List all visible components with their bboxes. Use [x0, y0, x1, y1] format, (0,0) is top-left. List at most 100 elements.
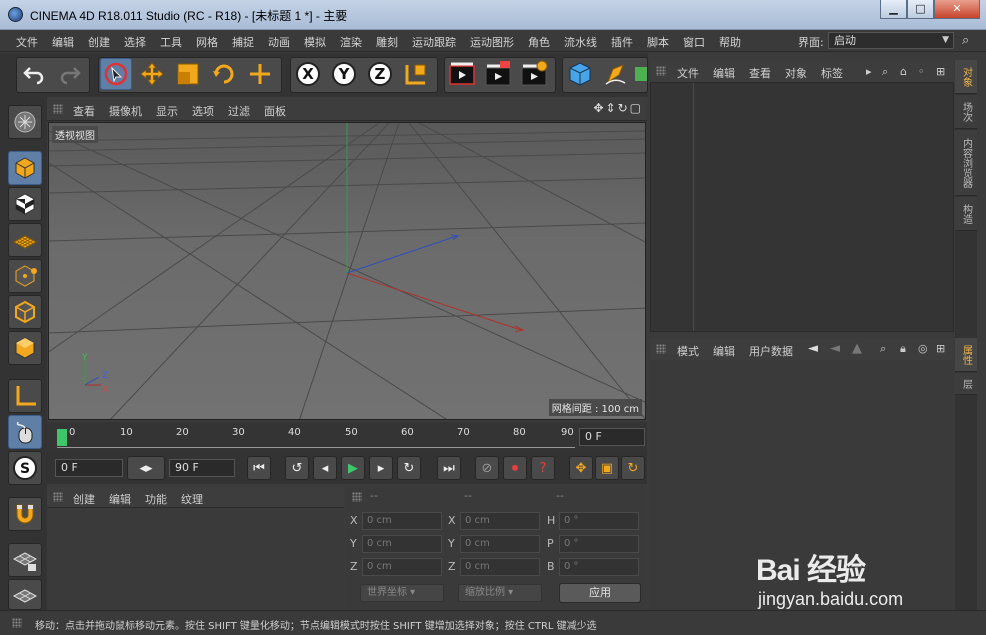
rotation-p-field[interactable]: 0 ° — [559, 535, 639, 553]
play-button[interactable]: ▶ — [341, 456, 365, 480]
tweak-mode-button[interactable] — [8, 415, 42, 449]
edges-mode-button[interactable] — [8, 295, 42, 329]
search-icon[interactable]: ⌕ — [880, 342, 886, 356]
search-icon[interactable]: ⌕ — [882, 65, 888, 79]
snap-button[interactable]: S — [8, 451, 42, 485]
menu-motion-tracking[interactable]: 运动跟踪 — [412, 34, 456, 50]
menu-pipeline[interactable]: 流水线 — [564, 34, 597, 50]
key-rotation-button[interactable]: ↻ — [621, 456, 645, 480]
y-axis-button[interactable]: Y — [328, 58, 360, 90]
more-tools-button[interactable] — [634, 58, 648, 90]
previous-key-button[interactable]: ↺ — [285, 456, 309, 480]
viewport-menu-options[interactable]: 选项 — [192, 103, 214, 119]
timeline-ruler[interactable]: 0 10 20 30 40 50 60 70 80 90 — [57, 426, 575, 448]
menu-sculpt[interactable]: 雕刻 — [376, 34, 398, 50]
menu-select[interactable]: 选择 — [124, 34, 146, 50]
menu-character[interactable]: 角色 — [528, 34, 550, 50]
previous-frame-button[interactable]: ◂ — [313, 456, 337, 480]
playhead-marker[interactable] — [57, 429, 67, 446]
position-y-field[interactable]: 0 cm — [362, 535, 442, 553]
render-view-button[interactable] — [446, 58, 478, 90]
close-button[interactable]: ✕ — [934, 0, 980, 19]
menu-script[interactable]: 脚本 — [647, 34, 669, 50]
size-y-field[interactable]: 0 cm — [460, 535, 540, 553]
recent-tool-button[interactable] — [244, 58, 276, 90]
menu-file[interactable]: 文件 — [16, 34, 38, 50]
scale-tool-button[interactable] — [172, 58, 204, 90]
tab-objects[interactable]: 对象 — [955, 60, 977, 94]
key-position-button[interactable]: ✥ — [569, 456, 593, 480]
texture-mode-button[interactable] — [8, 187, 42, 221]
maximize-button[interactable]: □ — [907, 0, 934, 19]
material-menu-function[interactable]: 功能 — [145, 491, 167, 507]
rotate-tool-button[interactable] — [208, 58, 240, 90]
rotation-b-field[interactable]: 0 ° — [559, 558, 639, 576]
material-manager-area[interactable] — [47, 508, 344, 608]
attribute-menu-edit[interactable]: 编辑 — [713, 343, 735, 359]
z-axis-button[interactable]: Z — [364, 58, 396, 90]
forward-arrow-icon[interactable]: ◄ — [830, 341, 840, 356]
size-x-field[interactable]: 0 cm — [460, 512, 540, 530]
new-panel-icon[interactable]: ⊞ — [936, 342, 945, 355]
lock-icon[interactable]: 🔒︎ — [900, 342, 906, 356]
object-menu-file[interactable]: 文件 — [677, 65, 699, 81]
current-frame-field[interactable]: 0 F — [579, 428, 645, 446]
tab-takes[interactable]: 场次 — [955, 95, 977, 129]
keyframe-selection-button[interactable]: ? — [531, 456, 555, 480]
menu-snap[interactable]: 捕捉 — [232, 34, 254, 50]
tab-layers[interactable]: 层 — [955, 373, 977, 395]
render-settings-button[interactable] — [518, 58, 550, 90]
object-column-divider[interactable] — [693, 83, 694, 331]
tab-structure[interactable]: 构造 — [955, 197, 977, 231]
position-x-field[interactable]: 0 cm — [362, 512, 442, 530]
more-arrow-icon[interactable]: ▸ — [866, 65, 872, 78]
new-panel-icon[interactable]: ⊞ — [936, 65, 945, 78]
go-to-start-button[interactable]: ⏮ — [247, 456, 271, 480]
record-keys-button[interactable]: ⊘ — [475, 456, 499, 480]
object-menu-objects[interactable]: 对象 — [785, 65, 807, 81]
viewport-menu-view[interactable]: 查看 — [73, 103, 95, 119]
panel-grip-icon[interactable] — [53, 492, 63, 502]
go-to-end-button[interactable]: ⏭ — [437, 456, 461, 480]
menu-help[interactable]: 帮助 — [719, 34, 741, 50]
magnet-button[interactable] — [8, 497, 42, 531]
material-menu-create[interactable]: 创建 — [73, 491, 95, 507]
menu-simulate[interactable]: 模拟 — [304, 34, 326, 50]
lock-workplane-button[interactable] — [8, 543, 42, 577]
add-spline-pen-button[interactable] — [600, 58, 632, 90]
material-menu-edit[interactable]: 编辑 — [109, 491, 131, 507]
back-arrow-icon[interactable]: ◄ — [808, 341, 818, 356]
search-icon[interactable]: ⌕ — [962, 33, 969, 48]
layout-dropdown[interactable]: 启动 ▼ — [828, 32, 954, 49]
menu-create[interactable]: 创建 — [88, 34, 110, 50]
object-menu-tags[interactable]: 标签 — [821, 65, 843, 81]
viewport-menu-display[interactable]: 显示 — [156, 103, 178, 119]
render-picture-viewer-button[interactable] — [482, 58, 514, 90]
model-mode-button[interactable] — [8, 151, 42, 185]
object-list-area[interactable] — [650, 82, 954, 332]
attribute-menu-user-data[interactable]: 用户数据 — [749, 343, 793, 359]
next-frame-button[interactable]: ▸ — [369, 456, 393, 480]
minimize-button[interactable]: ▁ — [880, 0, 907, 19]
world-coordinates-dropdown[interactable]: 世界坐标 ▾ — [360, 584, 444, 602]
live-selection-button[interactable] — [100, 58, 132, 90]
viewport-menu-filter[interactable]: 过滤 — [228, 103, 250, 119]
menu-window[interactable]: 窗口 — [683, 34, 705, 50]
perspective-viewport[interactable]: Y Z X 透视视图 网格间距 : 100 cm — [48, 122, 646, 420]
viewport-menu-cameras[interactable]: 摄像机 — [109, 103, 142, 119]
eye-icon[interactable]: ◦ — [918, 65, 925, 78]
object-menu-edit[interactable]: 编辑 — [713, 65, 735, 81]
menu-mesh[interactable]: 网格 — [196, 34, 218, 50]
tab-content-browser[interactable]: 内容浏览器 — [955, 130, 977, 196]
panel-grip-icon[interactable] — [53, 104, 63, 114]
object-menu-view[interactable]: 查看 — [749, 65, 771, 81]
points-mode-button[interactable] — [8, 259, 42, 293]
frame-range-slider[interactable]: ◂▸ — [127, 456, 165, 480]
panel-grip-icon[interactable] — [352, 492, 362, 502]
make-editable-button[interactable] — [8, 105, 42, 139]
menu-animate[interactable]: 动画 — [268, 34, 290, 50]
viewport-navigation-icons[interactable]: ✥⇕↻▢ — [593, 101, 643, 115]
tab-attributes[interactable]: 属性 — [955, 338, 977, 372]
home-icon[interactable]: ⌂ — [900, 65, 907, 78]
size-z-field[interactable]: 0 cm — [460, 558, 540, 576]
